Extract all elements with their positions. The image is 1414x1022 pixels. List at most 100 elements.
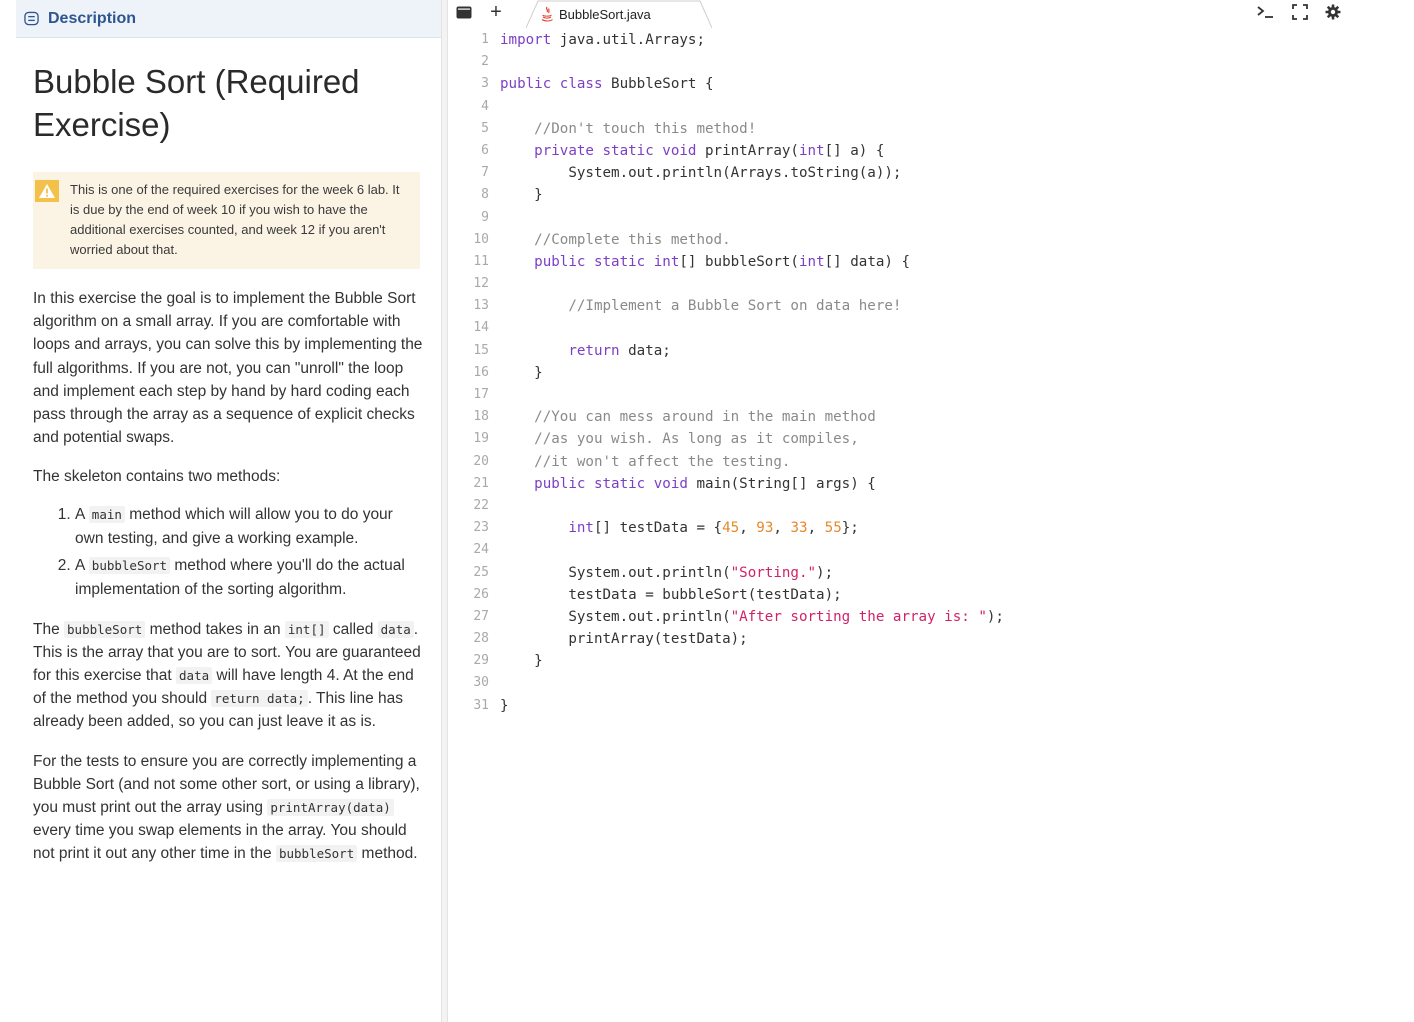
code-line[interactable]: 9 <box>448 207 1346 229</box>
page-title: Bubble Sort (Required Exercise) <box>33 63 360 143</box>
line-content: printArray(testData); <box>500 631 748 648</box>
code-line[interactable]: 21 public static void main(String[] args… <box>448 473 1346 495</box>
code-line[interactable]: 24 <box>448 539 1346 561</box>
code-line[interactable]: 6 private static void printArray(int[] a… <box>448 140 1346 162</box>
line-number: 13 <box>473 298 489 314</box>
line-number: 26 <box>473 586 489 602</box>
code-editor: + BubbleSort.java 1 import java.util.Arr… <box>448 0 1346 1022</box>
fullscreen-button[interactable] <box>1290 2 1310 22</box>
code-line[interactable]: 3 public class BubbleSort { <box>448 73 1346 95</box>
line-number: 18 <box>473 409 489 425</box>
line-number: 3 <box>481 76 489 92</box>
code-line[interactable]: 31} <box>448 695 1346 717</box>
line-number: 9 <box>481 209 489 225</box>
line-number: 23 <box>473 520 489 536</box>
terminal-icon <box>1257 6 1273 18</box>
line-number: 2 <box>481 54 489 70</box>
bubblesort-paragraph: The bubbleSort method takes in an int[] … <box>33 620 421 731</box>
skeleton-paragraph: The skeleton contains two methods: <box>33 468 281 486</box>
code-line[interactable]: 23 int[] testData = {45, 93, 33, 55}; <box>448 517 1346 539</box>
line-number: 24 <box>473 542 489 558</box>
code-line[interactable]: 17 <box>448 384 1346 406</box>
line-number: 10 <box>473 231 489 247</box>
code-line[interactable]: 7 System.out.println(Arrays.toString(a))… <box>448 162 1346 184</box>
line-content: public static int[] bubbleSort(int[] dat… <box>534 253 911 270</box>
line-number: 31 <box>473 697 489 713</box>
java-file-icon <box>541 6 553 22</box>
line-content: //Don't touch this method! <box>500 120 757 137</box>
line-content: //Implement a Bubble Sort on data here! <box>500 298 902 315</box>
code-line[interactable]: 22 <box>448 495 1346 517</box>
code-line[interactable]: 14 <box>448 317 1346 339</box>
line-number: 12 <box>473 276 489 292</box>
code-line[interactable]: 8 } <box>448 184 1346 206</box>
line-number: 8 <box>481 187 489 203</box>
tab-bubblesort-java[interactable]: BubbleSort.java <box>526 0 712 28</box>
line-number: 7 <box>481 165 489 181</box>
code-line[interactable]: 11 public static int[] bubbleSort(int[] … <box>448 251 1346 273</box>
inline-code: data <box>176 667 213 685</box>
line-number: 22 <box>473 497 489 513</box>
line-number: 27 <box>473 608 489 624</box>
code-line[interactable]: 25 System.out.println("Sorting."); <box>448 562 1346 584</box>
code-area[interactable]: 1 import java.util.Arrays; 2 3 public class … <box>448 29 1346 717</box>
line-number: 6 <box>481 142 489 158</box>
code-line[interactable]: 12 <box>448 273 1346 295</box>
code-line[interactable]: 1 import java.util.Arrays; <box>448 29 1346 51</box>
warning-callout: This is one of the required exercises fo… <box>33 172 420 269</box>
code-line[interactable]: 18 //You can mess around in the main met… <box>448 406 1346 428</box>
line-content: public static void main(String[] args) { <box>534 475 876 492</box>
line-content: //as you wish. As long as it compiles, <box>500 431 859 448</box>
code-line[interactable]: 16 } <box>448 362 1346 384</box>
code-line[interactable]: 5 //Don't touch this method! <box>448 118 1346 140</box>
file-tree-icon <box>456 6 472 18</box>
line-content: import java.util.Arrays; <box>500 32 705 48</box>
warning-text: This is one of the required exercises fo… <box>70 182 400 257</box>
line-number: 25 <box>473 564 489 580</box>
code-line[interactable]: 27 System.out.println("After sorting the… <box>448 606 1346 628</box>
settings-button[interactable] <box>1323 2 1343 22</box>
inline-code: return data; <box>211 690 308 708</box>
add-tab-button[interactable]: + <box>486 1 506 23</box>
gear-icon <box>1325 4 1341 20</box>
line-number: 15 <box>473 342 489 358</box>
code-line[interactable]: 29 } <box>448 650 1346 672</box>
line-number: 5 <box>481 120 489 136</box>
line-content: //it won't affect the testing. <box>500 453 791 470</box>
line-content: return data; <box>568 342 671 359</box>
code-line[interactable]: 26 testData = bubbleSort(testData); <box>448 584 1346 606</box>
methods-list: A main method which will allow you to do… <box>33 503 424 602</box>
description-icon <box>24 11 39 26</box>
line-number: 28 <box>473 631 489 647</box>
line-content: testData = bubbleSort(testData); <box>500 586 842 603</box>
code-line[interactable]: 2 <box>448 51 1346 73</box>
editor-tab-bar: + BubbleSort.java <box>448 0 1346 28</box>
code-line[interactable]: 28 printArray(testData); <box>448 628 1346 650</box>
code-line[interactable]: 4 <box>448 96 1346 118</box>
file-tree-button[interactable] <box>454 2 474 22</box>
inline-code: main <box>88 505 125 523</box>
code-line[interactable]: 13 //Implement a Bubble Sort on data her… <box>448 295 1346 317</box>
code-line[interactable]: 15 return data; <box>448 340 1346 362</box>
intro-paragraph: In this exercise the goal is to implemen… <box>33 290 423 447</box>
terminal-button[interactable] <box>1256 2 1276 22</box>
inline-code: bubbleSort <box>88 556 171 574</box>
line-number: 14 <box>473 320 489 336</box>
code-line[interactable]: 19 //as you wish. As long as it compiles… <box>448 428 1346 450</box>
line-number: 19 <box>473 431 489 447</box>
line-content: } <box>500 697 509 714</box>
warning-icon <box>35 180 59 202</box>
inline-code: bubbleSort <box>64 620 146 638</box>
code-line[interactable]: 20 //it won't affect the testing. <box>448 451 1346 473</box>
line-content: private static void printArray(int[] a) … <box>534 142 885 159</box>
description-body: Bubble Sort (Required Exercise) This is … <box>16 60 441 866</box>
code-line[interactable]: 30 <box>448 672 1346 694</box>
line-number: 16 <box>473 364 489 380</box>
line-content: } <box>500 653 543 670</box>
tests-paragraph: For the tests to ensure you are correctl… <box>33 752 420 863</box>
line-number: 4 <box>481 98 489 114</box>
fullscreen-icon <box>1292 4 1308 20</box>
pane-resize-handle[interactable] <box>441 0 448 1022</box>
code-line[interactable]: 10 //Complete this method. <box>448 229 1346 251</box>
description-tab[interactable]: Description <box>16 0 441 38</box>
